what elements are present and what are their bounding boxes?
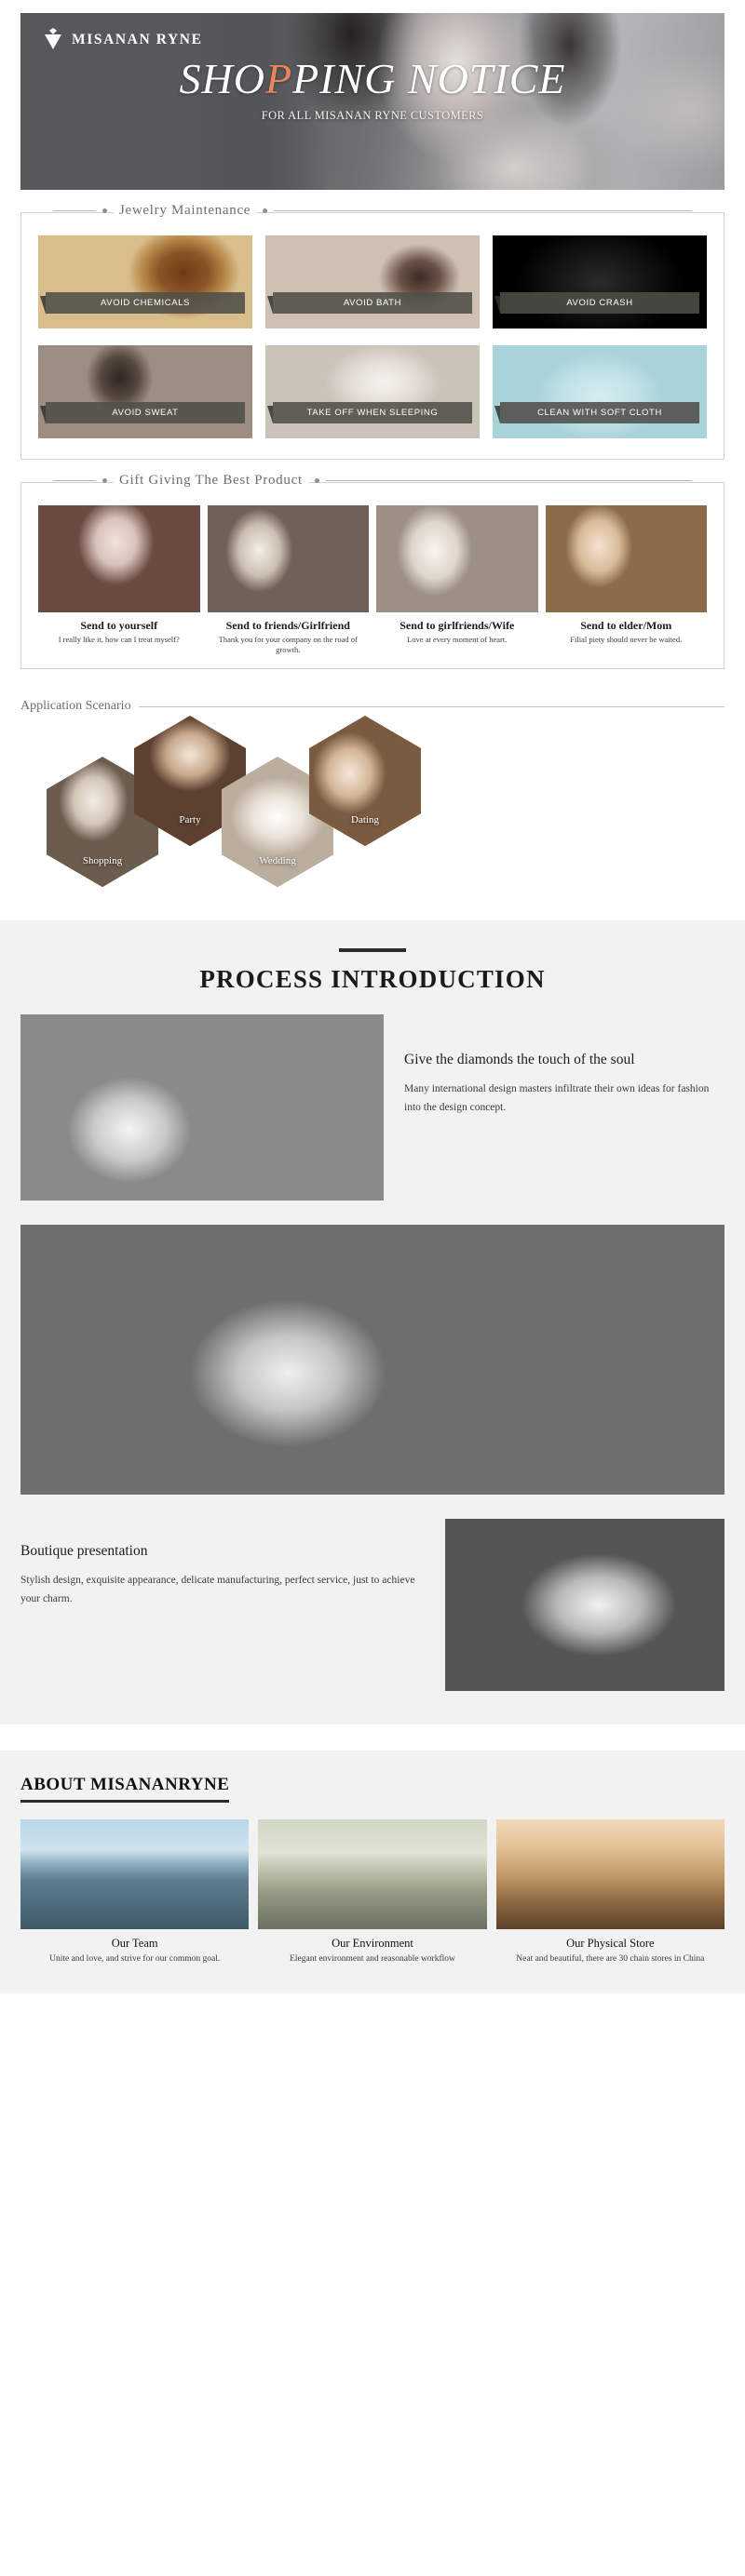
maintenance-card: AVOID SWEAT: [38, 345, 252, 438]
about-card-desc: Unite and love, and strive for our commo…: [49, 1954, 221, 1965]
maintenance-card-label: TAKE OFF WHEN SLEEPING: [267, 402, 472, 423]
scenario-hex-row: Shopping Party Wedding Dating: [20, 716, 725, 892]
process-block-design-heading: Give the diamonds the touch of the soul: [404, 1052, 635, 1068]
heading-dot-left: [102, 478, 107, 483]
about-card-desc: Elegant environment and reasonable workf…: [290, 1954, 455, 1965]
send-to-mom-photo: [545, 505, 707, 612]
about-card-desc: Neat and beautiful, there are 30 chain s…: [516, 1954, 705, 1965]
maintenance-card-label: AVOID CRASH: [494, 292, 699, 314]
hero-subtitle: FOR ALL MISANAN RYNE CUSTOMERS: [261, 109, 484, 122]
application-scenario-section: Application Scenario Shopping Party Wedd…: [20, 699, 725, 894]
jewelry-maintenance-heading: Jewelry Maintenance: [21, 203, 724, 219]
about-card-title: Our Environment: [332, 1937, 413, 1951]
process-block-boutique-heading: Boutique presentation: [20, 1543, 148, 1560]
send-to-yourself-photo: [38, 505, 200, 612]
about-title: ABOUT MISANANRYNE: [20, 1775, 230, 1804]
gift-giving-title: Gift Giving The Best Product: [114, 473, 308, 489]
application-scenario-title: Application Scenario: [20, 699, 131, 714]
about-section: ABOUT MISANANRYNE Our Team Unite and lov…: [0, 1751, 745, 1993]
heading-rule-left: [53, 480, 96, 481]
gift-giving-panel: Gift Giving The Best Product Send to you…: [20, 473, 725, 670]
maintenance-card: AVOID CRASH: [493, 235, 707, 329]
our-physical-store-photo: [495, 1819, 725, 1930]
about-card-title: Our Team: [111, 1937, 158, 1951]
heading-rule-left: [53, 210, 96, 211]
about-card-title: Our Physical Store: [566, 1937, 655, 1951]
process-block-design: Give the diamonds the touch of the soul …: [20, 1014, 725, 1201]
maintenance-card-label: AVOID BATH: [267, 292, 472, 314]
hero-title-accent-letter: P: [264, 55, 293, 102]
hero-banner: MISANAN RYNE SHOPPING NOTICE FOR ALL MIS…: [20, 13, 725, 190]
process-introduction-section: PROCESS INTRODUCTION Give the diamonds t…: [0, 920, 745, 1725]
about-card: Our Physical Store Neat and beautiful, t…: [495, 1819, 725, 1966]
process-block-boutique-body: Stylish design, exquisite appearance, de…: [20, 1575, 415, 1605]
our-team-photo: [20, 1819, 250, 1930]
gift-card-desc: Filial piety should never be waited.: [570, 635, 683, 644]
hero-title-part2: PING NOTICE: [292, 55, 566, 102]
gift-card-desc: Thank you for your company on the road o…: [218, 635, 358, 655]
cloth-photo: [493, 345, 707, 438]
maintenance-card-label: AVOID CHEMICALS: [40, 292, 245, 314]
heading-dot-right: [263, 208, 268, 213]
application-scenario-heading: Application Scenario: [20, 699, 725, 714]
boutique-polish-photo: [445, 1519, 725, 1692]
hero-title-part1: SHO: [179, 55, 265, 102]
gift-card: Send to girlfriends/Wife Love at every m…: [376, 505, 538, 655]
gift-giving-heading: Gift Giving The Best Product: [21, 473, 724, 489]
scenario-label: Shopping: [82, 855, 123, 867]
maintenance-card-label: CLEAN WITH SOFT CLOTH: [494, 402, 699, 423]
maintenance-card: CLEAN WITH SOFT CLOTH: [493, 345, 707, 438]
process-block-design-body: Many international design masters infilt…: [404, 1083, 710, 1114]
maintenance-card-label: AVOID SWEAT: [40, 402, 245, 423]
chemicals-photo: [38, 235, 252, 329]
process-block-boutique: Boutique presentation Stylish design, ex…: [20, 1519, 725, 1692]
gift-card: Send to friends/Girlfriend Thank you for…: [207, 505, 369, 655]
gift-card-title: Send to girlfriends/Wife: [400, 619, 515, 632]
gift-card-desc: I really like it, how can I treat myself…: [58, 635, 180, 644]
process-block-design-text: Give the diamonds the touch of the soul …: [384, 1014, 725, 1117]
gift-card-desc: Love at every moment of heart.: [407, 635, 508, 644]
brand-logo: MISANAN RYNE: [43, 28, 203, 52]
gift-card-title: Send to elder/Mom: [580, 619, 672, 632]
heading-dot-right: [314, 478, 319, 483]
bath-photo: [265, 235, 480, 329]
about-grid: Our Team Unite and love, and strive for …: [20, 1819, 725, 1966]
process-divider-bar: [339, 948, 406, 953]
gift-card: Send to elder/Mom Filial piety should ne…: [545, 505, 707, 655]
sleeping-photo: [265, 345, 480, 438]
heading-rule-right: [138, 705, 725, 707]
hero-title: SHOPPING NOTICE: [20, 58, 725, 101]
brand-name: MISANAN RYNE: [72, 32, 203, 47]
craftsmanship-photo: [20, 1225, 725, 1496]
jewelry-maintenance-panel: Jewelry Maintenance AVOID CHEMICALS AVOI…: [20, 203, 725, 460]
heading-rule-right: [274, 210, 692, 211]
send-to-wife-photo: [376, 505, 538, 612]
maintenance-card: TAKE OFF WHEN SLEEPING: [265, 345, 480, 438]
about-card: Our Team Unite and love, and strive for …: [20, 1819, 250, 1966]
maintenance-card: AVOID BATH: [265, 235, 480, 329]
maintenance-grid: AVOID CHEMICALS AVOID BATH AVOID CRASH A…: [38, 235, 707, 438]
send-to-friends-photo: [207, 505, 369, 612]
our-environment-photo: [258, 1819, 487, 1930]
diamond-logo-icon: [43, 28, 63, 52]
about-card: Our Environment Elegant environment and …: [258, 1819, 487, 1966]
process-block-boutique-text: Boutique presentation Stylish design, ex…: [20, 1519, 445, 1608]
design-meeting-photo: [20, 1014, 384, 1201]
crash-photo: [493, 235, 707, 329]
gift-card-title: Send to yourself: [80, 619, 158, 632]
process-title: PROCESS INTRODUCTION: [199, 965, 546, 994]
gift-grid: Send to yourself I really like it, how c…: [38, 505, 707, 655]
scenario-label: Wedding: [259, 855, 296, 867]
gift-card: Send to yourself I really like it, how c…: [38, 505, 200, 655]
maintenance-card: AVOID CHEMICALS: [38, 235, 252, 329]
heading-dot-left: [102, 208, 107, 213]
gift-card-title: Send to friends/Girlfriend: [225, 619, 350, 632]
jewelry-maintenance-title: Jewelry Maintenance: [114, 203, 257, 219]
heading-rule-right: [325, 480, 692, 481]
sweat-photo: [38, 345, 252, 438]
